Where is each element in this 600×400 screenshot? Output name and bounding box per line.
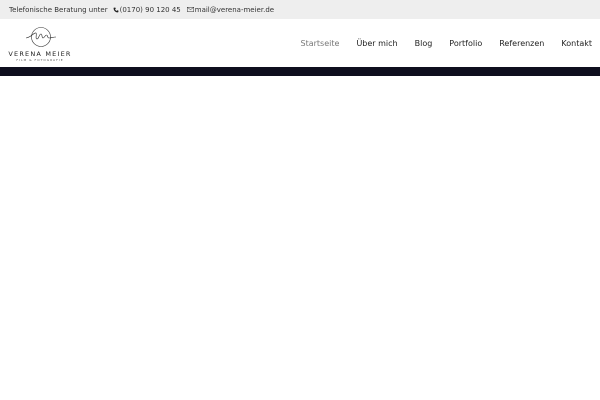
logo-tagline: FILM & FOTOGRAFIE <box>16 58 64 62</box>
main-navigation: Startseite Über mich Blog Portfolio Refe… <box>284 19 592 67</box>
contact-bar: Telefonische Beratung unter (0170) 90 12… <box>0 0 600 19</box>
site-logo[interactable]: VERENA MEIER FILM & FOTOGRAFIE <box>8 26 72 62</box>
nav-item-blog[interactable]: Blog <box>415 39 433 48</box>
phone-number: (0170) 90 120 45 <box>119 5 181 14</box>
mail-icon <box>186 7 194 12</box>
phone-link[interactable]: (0170) 90 120 45 <box>113 6 181 14</box>
nav-item-kontakt[interactable]: Kontakt <box>561 39 592 48</box>
header-divider-band <box>0 67 600 76</box>
email-address: mail@verena-meier.de <box>194 5 275 14</box>
phone-icon <box>113 7 119 12</box>
main-content <box>0 76 600 400</box>
signature-logo-icon <box>25 27 57 47</box>
nav-item-ueber-mich[interactable]: Über mich <box>356 39 397 48</box>
nav-item-startseite[interactable]: Startseite <box>301 39 340 48</box>
nav-item-referenzen[interactable]: Referenzen <box>499 39 544 48</box>
email-link[interactable]: mail@verena-meier.de <box>186 5 275 14</box>
nav-item-portfolio[interactable]: Portfolio <box>449 39 482 48</box>
contact-intro: Telefonische Beratung unter <box>9 5 108 14</box>
logo-name: VERENA MEIER <box>8 50 72 58</box>
site-header: VERENA MEIER FILM & FOTOGRAFIE Startseit… <box>0 19 600 67</box>
